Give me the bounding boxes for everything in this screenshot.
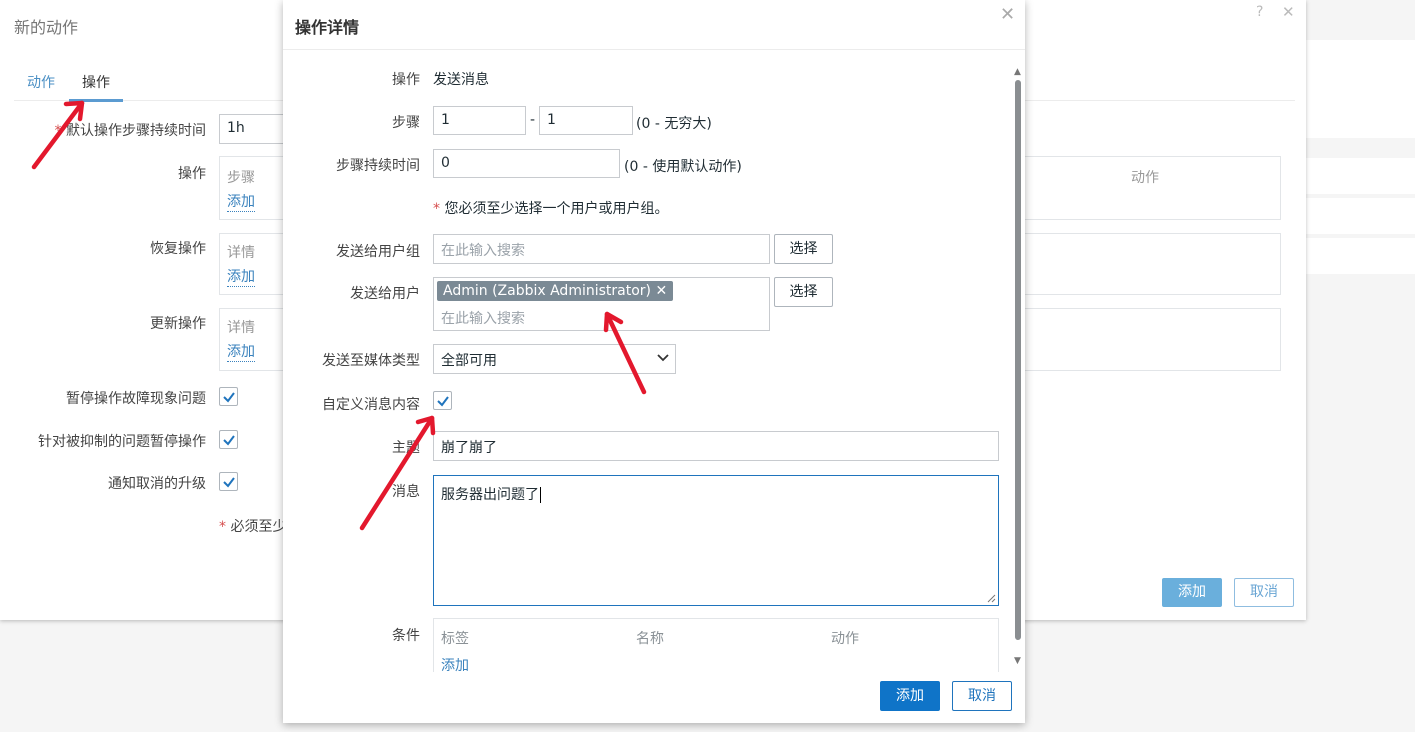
annotation-arrow-checkbox — [359, 415, 436, 531]
annotation-arrow-tab — [31, 100, 85, 170]
annotation-arrows — [31, 100, 647, 531]
annotation-arrow-user — [603, 311, 647, 395]
